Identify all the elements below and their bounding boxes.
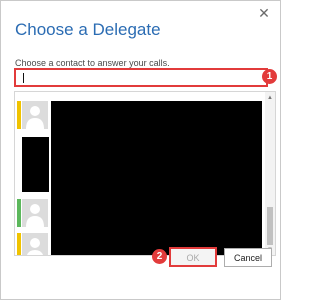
contact-list[interactable]: ▲ ▼ bbox=[14, 91, 276, 256]
ok-button[interactable]: OK bbox=[169, 247, 217, 267]
close-icon[interactable]: ✕ bbox=[256, 5, 272, 21]
list-item[interactable] bbox=[17, 233, 50, 255]
dialog-title: Choose a Delegate bbox=[15, 20, 161, 39]
cancel-button[interactable]: Cancel bbox=[224, 248, 272, 267]
scroll-thumb[interactable] bbox=[267, 207, 273, 245]
person-icon bbox=[22, 233, 48, 255]
presence-bar-away bbox=[17, 233, 21, 255]
list-item[interactable] bbox=[17, 101, 50, 131]
list-item[interactable] bbox=[17, 199, 50, 229]
contact-search-box[interactable] bbox=[14, 68, 268, 88]
scroll-up-icon[interactable]: ▲ bbox=[266, 94, 274, 102]
contact-list-scrollbar[interactable]: ▲ ▼ bbox=[265, 92, 275, 255]
redacted-block bbox=[22, 137, 49, 192]
contact-search-input[interactable] bbox=[16, 73, 266, 88]
step-callout-2: 2 bbox=[152, 249, 167, 264]
person-icon bbox=[22, 101, 48, 129]
text-caret bbox=[23, 73, 24, 83]
dialog-instructions: Choose a contact to answer your calls. bbox=[15, 58, 170, 68]
redacted-block bbox=[51, 101, 262, 255]
choose-delegate-dialog: ✕ Choose a Delegate Choose a contact to … bbox=[0, 0, 281, 300]
presence-bar-available bbox=[17, 199, 21, 227]
step-callout-1: 1 bbox=[262, 69, 277, 84]
person-icon bbox=[22, 199, 48, 227]
presence-bar-away bbox=[17, 101, 21, 129]
